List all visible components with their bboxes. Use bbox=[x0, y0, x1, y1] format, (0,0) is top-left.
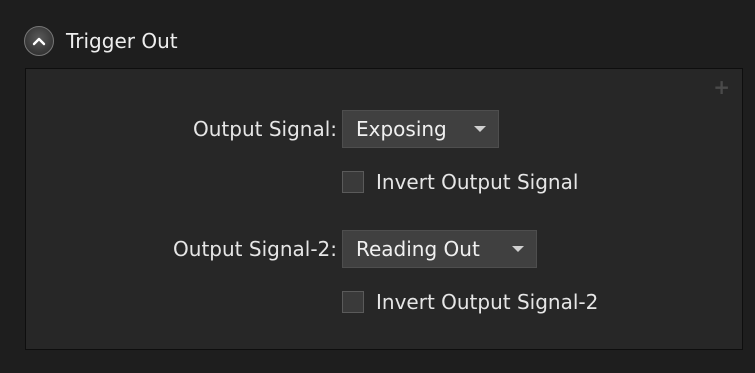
output-signal-2-label: Output Signal-2: bbox=[173, 237, 337, 261]
output-signal-2-dropdown[interactable]: Reading Out bbox=[342, 230, 537, 268]
invert-output-signal-2-checkbox[interactable] bbox=[342, 291, 364, 313]
section-header: Trigger Out bbox=[0, 0, 755, 68]
chevron-up-icon bbox=[32, 36, 46, 46]
trigger-out-section: Trigger Out + Output Signal: Exposing In… bbox=[0, 0, 755, 373]
add-icon[interactable]: + bbox=[713, 77, 730, 97]
section-title: Trigger Out bbox=[66, 29, 178, 53]
invert-output-signal-2-label: Invert Output Signal-2 bbox=[376, 290, 599, 314]
output-signal-value: Exposing bbox=[356, 117, 447, 141]
output-signal-dropdown[interactable]: Exposing bbox=[342, 110, 499, 148]
dropdown-arrow-icon bbox=[474, 126, 486, 132]
dropdown-arrow-icon bbox=[512, 246, 524, 252]
trigger-out-panel: + Output Signal: Exposing Invert Output … bbox=[25, 68, 743, 350]
invert-output-signal-label: Invert Output Signal bbox=[376, 170, 579, 194]
invert-output-signal-checkbox[interactable] bbox=[342, 171, 364, 193]
output-signal-2-value: Reading Out bbox=[356, 237, 480, 261]
collapse-button[interactable] bbox=[24, 26, 54, 56]
output-signal-label: Output Signal: bbox=[192, 117, 337, 141]
